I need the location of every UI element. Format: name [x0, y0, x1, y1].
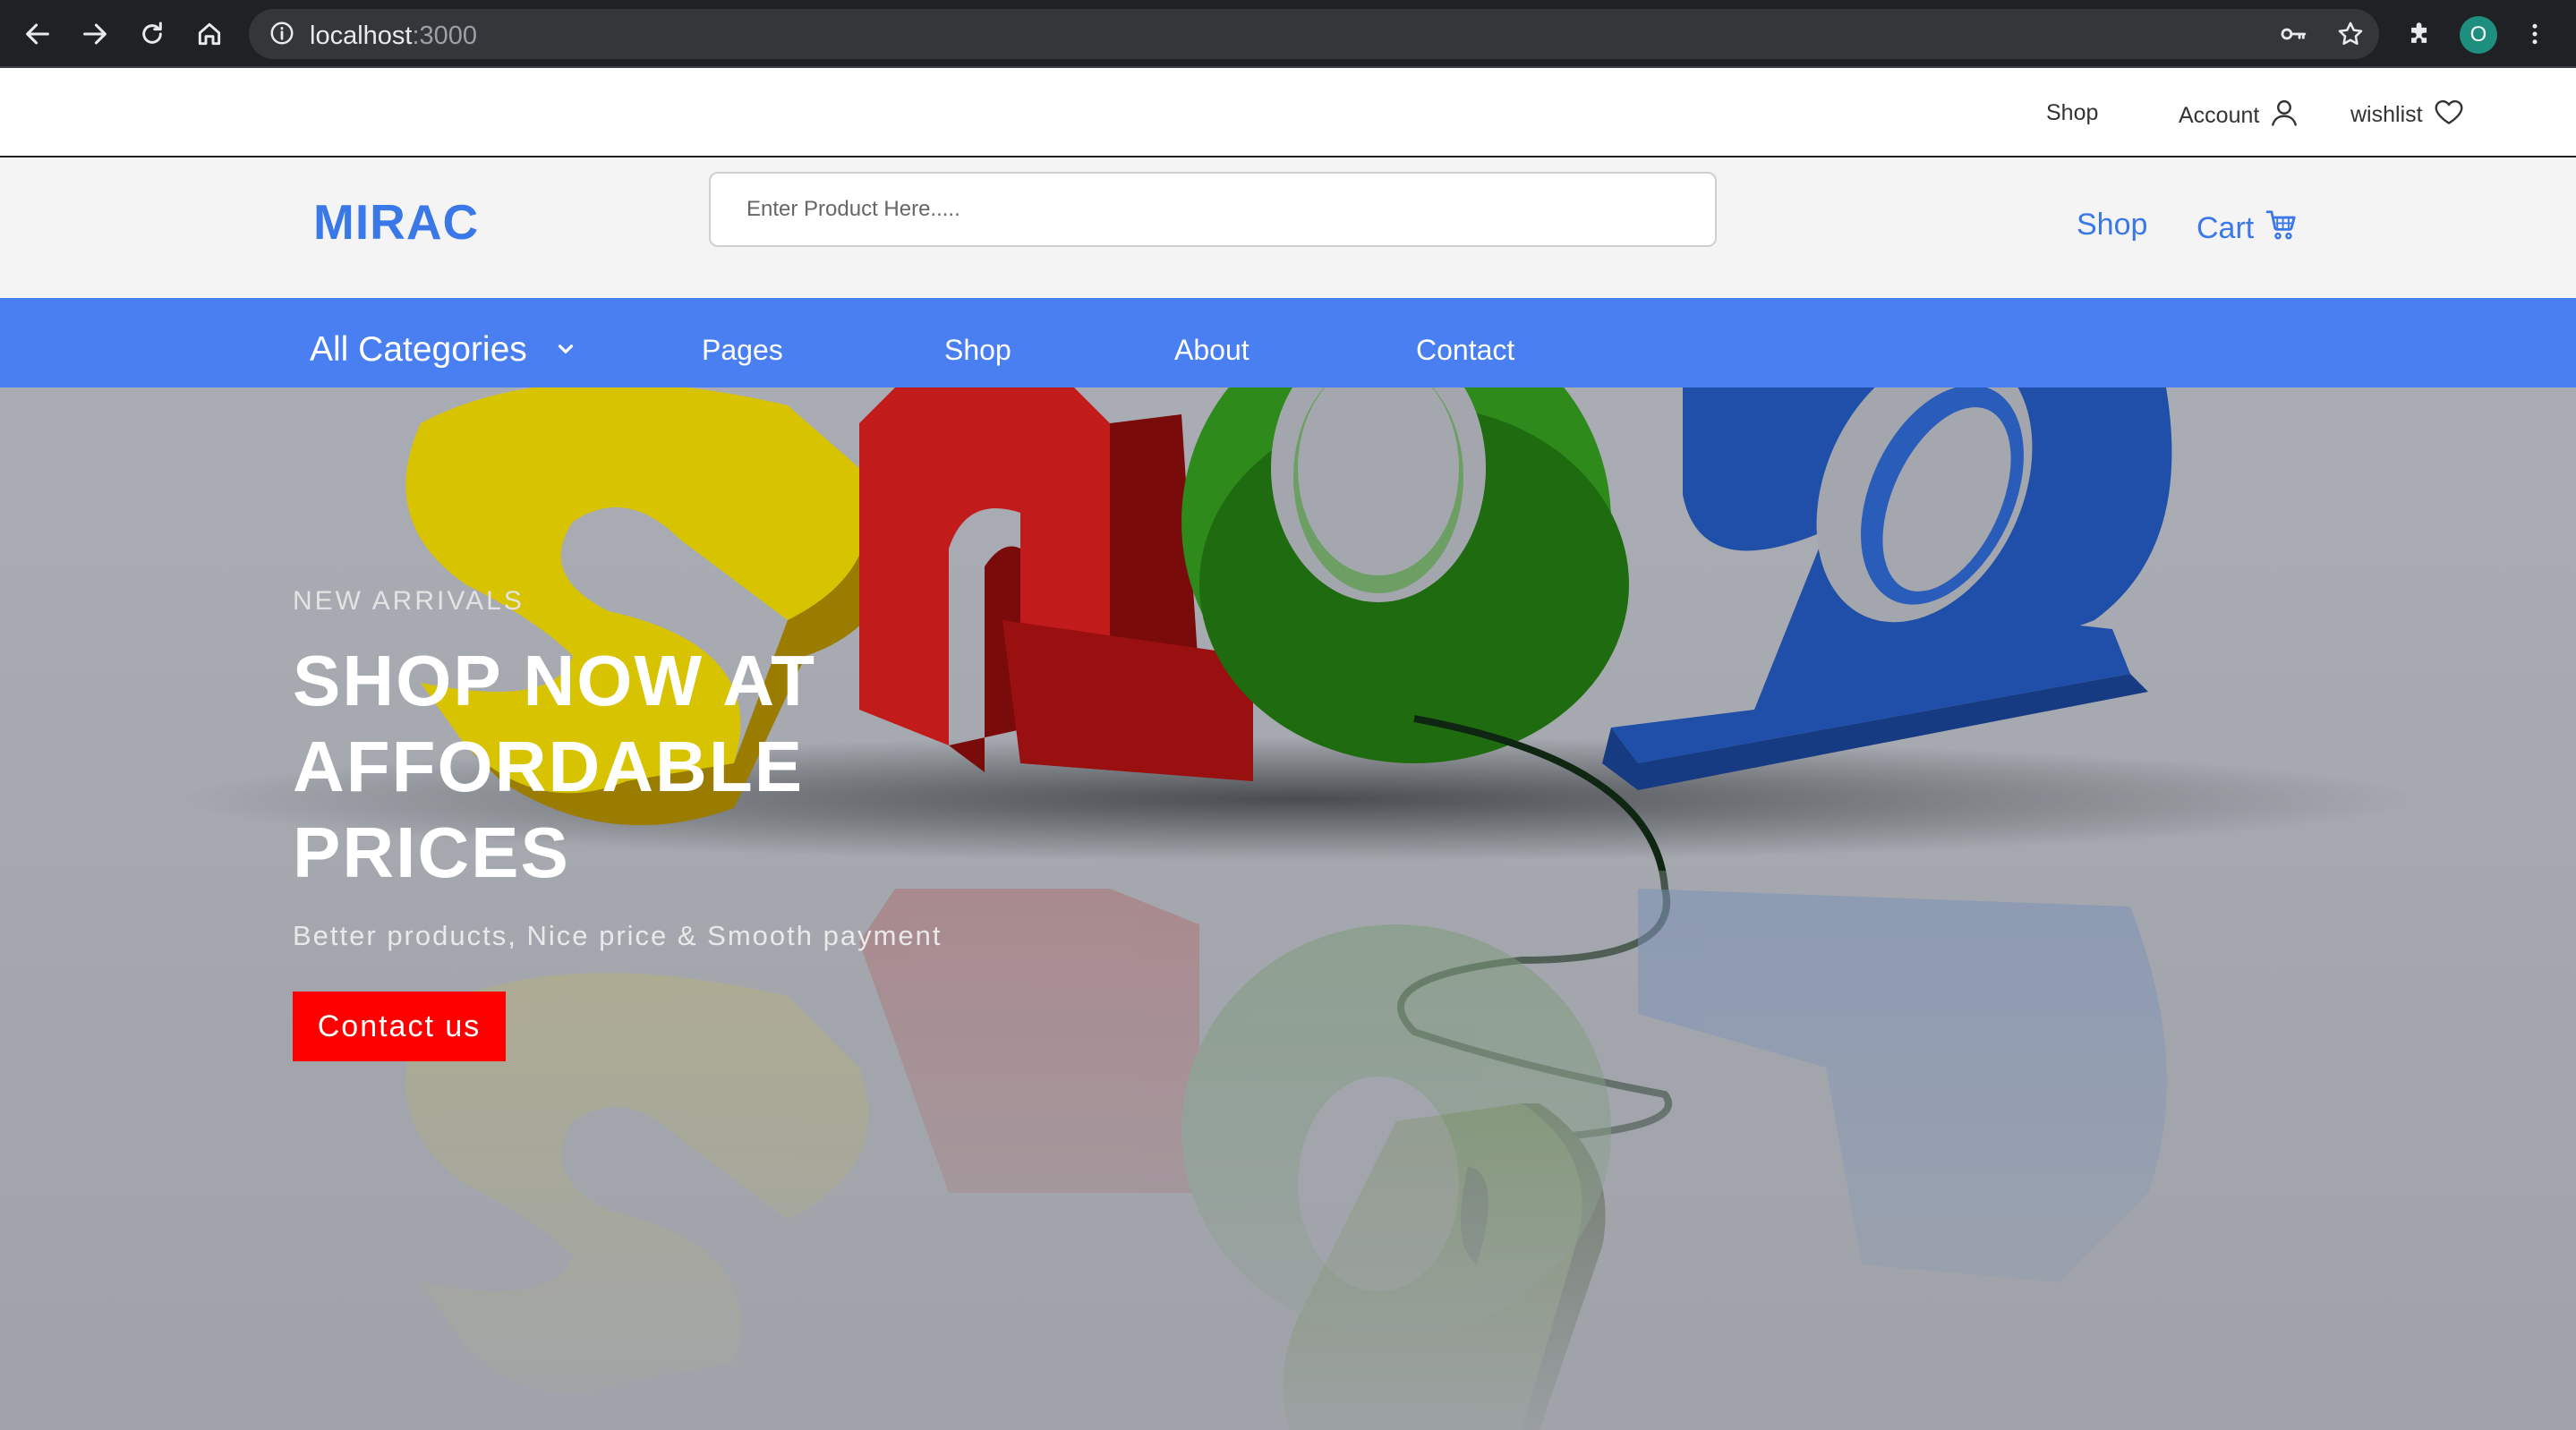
hero-background-image [0, 387, 2576, 1430]
topbar-shop-label: Shop [2046, 100, 2099, 125]
hero-kicker: NEW ARRIVALS [293, 586, 525, 616]
user-icon [2268, 97, 2300, 135]
site-header: MIRAC Shop Cart [0, 157, 2576, 298]
nav-pages-label: Pages [702, 334, 783, 366]
nav-pages[interactable]: Pages [702, 334, 783, 367]
header-shop-link[interactable]: Shop [2077, 208, 2147, 243]
hero-banner: NEW ARRIVALS SHOP NOW AT AFFORDABLE PRIC… [0, 387, 2576, 1430]
hero-subtitle: Better products, Nice price & Smooth pay… [293, 920, 943, 951]
cart-icon [2265, 208, 2299, 250]
info-icon[interactable] [269, 20, 295, 51]
nav-contact[interactable]: Contact [1416, 334, 1514, 367]
all-categories-label: All Categories [310, 330, 527, 369]
nav-shop-label: Shop [944, 334, 1011, 366]
chevron-down-icon [554, 330, 577, 370]
nav-contact-label: Contact [1416, 334, 1515, 366]
product-search-input[interactable] [709, 172, 1717, 247]
nav-shop[interactable]: Shop [944, 334, 1011, 367]
reload-icon[interactable] [131, 13, 174, 55]
puzzle-icon[interactable] [2399, 13, 2442, 55]
more-vert-icon[interactable] [2513, 13, 2556, 55]
topbar-shop-link[interactable]: Shop [2046, 100, 2098, 126]
header-cart-label: Cart [2196, 211, 2255, 245]
nav-about[interactable]: About [1174, 334, 1250, 367]
browser-toolbar: localhost:3000 O [0, 0, 2576, 68]
key-icon[interactable] [2272, 13, 2315, 55]
topbar-wishlist-label: wishlist [2350, 102, 2423, 127]
header-shop-label: Shop [2077, 208, 2148, 242]
url-port: :3000 [412, 21, 478, 50]
nav-about-label: About [1174, 334, 1250, 366]
heart-icon [2432, 95, 2466, 135]
topbar-wishlist-link[interactable]: wishlist [2350, 95, 2466, 135]
main-navigation: All Categories Pages Shop About Contact [0, 298, 2576, 387]
topbar-account-label: Account [2179, 103, 2260, 128]
topbar-account-link[interactable]: Account [2179, 97, 2300, 135]
all-categories-dropdown[interactable]: All Categories [310, 330, 577, 370]
header-cart-link[interactable]: Cart [2196, 208, 2299, 250]
profile-avatar[interactable]: O [2460, 16, 2497, 54]
url-host: localhost [310, 21, 413, 50]
address-bar[interactable]: localhost:3000 [249, 9, 2379, 59]
star-icon[interactable] [2329, 13, 2372, 55]
forward-arrow-icon[interactable] [73, 13, 116, 55]
brand-logo[interactable]: MIRAC [313, 193, 479, 251]
hero-headline: SHOP NOW AT AFFORDABLE PRICES [293, 641, 816, 892]
utility-bar: Shop Account wishlist [0, 68, 2576, 157]
home-icon[interactable] [188, 13, 231, 55]
back-arrow-icon[interactable] [16, 13, 59, 55]
contact-us-button[interactable]: Contact us [293, 992, 506, 1061]
url-text: localhost:3000 [310, 21, 477, 51]
